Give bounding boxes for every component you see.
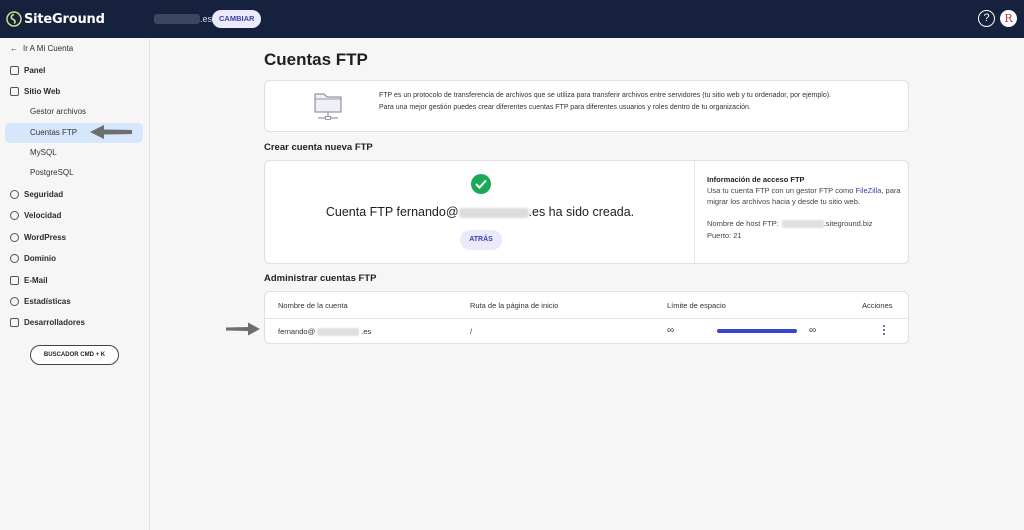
host-suffix: .siteground.biz bbox=[823, 219, 873, 228]
ftp-port: Puerto: 21 bbox=[707, 231, 742, 240]
sidebar-item-label: Estadísticas bbox=[24, 296, 71, 306]
website-icon bbox=[10, 86, 19, 96]
manage-ftp-heading: Administrar cuentas FTP bbox=[264, 273, 377, 284]
sidebar-item-speed[interactable]: Velocidad bbox=[10, 208, 61, 222]
sidebar-item-label: Seguridad bbox=[24, 189, 64, 199]
ftp-info-line-2: Para una mejor gestión puedes crear dife… bbox=[379, 104, 751, 111]
annotation-arrow-left-icon bbox=[90, 125, 132, 139]
sidebar-item-label: E-Mail bbox=[24, 275, 48, 285]
mail-icon bbox=[10, 275, 19, 285]
header-divider bbox=[265, 318, 908, 319]
quota-used-infinity: ∞ bbox=[667, 325, 675, 336]
sidebar-item-label: Sitio Web bbox=[24, 86, 61, 96]
sidebar-item-label: Panel bbox=[24, 65, 46, 75]
code-icon bbox=[10, 317, 19, 327]
quota-progress-bar bbox=[717, 329, 797, 333]
back-to-account-link[interactable]: ← Ir A Mi Cuenta bbox=[10, 41, 73, 55]
site-domain-redacted bbox=[154, 14, 200, 24]
ftp-info-text: FTP es un protocolo de transferencia de … bbox=[379, 90, 904, 114]
sidebar-item-statistics[interactable]: Estadísticas bbox=[10, 294, 71, 308]
column-header-account: Nombre de la cuenta bbox=[278, 301, 348, 310]
siteground-logo-icon bbox=[6, 11, 22, 27]
create-ftp-card: Cuenta FTP fernando@ .es ha sido creada. … bbox=[264, 160, 909, 264]
siteground-logo[interactable]: SiteGround bbox=[6, 9, 105, 29]
ftp-hostname: Nombre de host FTP: .siteground.biz bbox=[707, 219, 872, 228]
change-site-button[interactable]: CAMBIAR bbox=[212, 10, 262, 28]
sidebar-item-website[interactable]: Sitio Web bbox=[10, 84, 60, 98]
sidebar-item-panel[interactable]: Panel bbox=[10, 63, 45, 77]
lock-icon bbox=[10, 189, 19, 199]
sidebar-subitem-file-manager[interactable]: Gestor archivos bbox=[30, 105, 86, 119]
chart-icon bbox=[10, 296, 19, 306]
card-divider bbox=[694, 161, 695, 263]
page-title: Cuentas FTP bbox=[264, 50, 368, 69]
top-bar: SiteGround .es CAMBIAR ? R bbox=[0, 0, 1024, 38]
back-label: Ir A Mi Cuenta bbox=[23, 43, 74, 53]
sidebar-item-developers[interactable]: Desarrolladores bbox=[10, 315, 85, 329]
account-suffix: .es bbox=[361, 327, 372, 336]
account-created-message: Cuenta FTP fernando@ .es ha sido creada. bbox=[265, 205, 695, 219]
sidebar-subitem-postgresql[interactable]: PostgreSQL bbox=[30, 166, 74, 180]
folder-network-icon bbox=[314, 93, 342, 120]
success-check-icon bbox=[471, 174, 491, 194]
host-redacted bbox=[781, 219, 824, 228]
arrow-left-icon: ← bbox=[10, 43, 18, 53]
filezilla-link[interactable]: FileZilla bbox=[856, 186, 882, 195]
wordpress-icon bbox=[10, 232, 19, 242]
help-icon[interactable]: ? bbox=[978, 10, 995, 27]
account-prefix: fernando@ bbox=[278, 327, 316, 336]
account-domain-redacted bbox=[317, 327, 360, 336]
rocket-icon bbox=[10, 210, 19, 220]
ftp-accounts-table: Nombre de la cuenta Ruta de la página de… bbox=[264, 291, 909, 344]
column-header-path: Ruta de la página de inicio bbox=[470, 301, 559, 310]
column-header-actions: Acciones bbox=[862, 301, 893, 310]
sidebar-item-label: Desarrolladores bbox=[24, 317, 85, 327]
sidebar-item-label: Dominio bbox=[24, 253, 56, 263]
column-header-quota: Límite de espacio bbox=[667, 301, 726, 310]
home-path-cell: / bbox=[470, 327, 473, 336]
created-message-prefix: Cuenta FTP fernando@ bbox=[325, 205, 459, 219]
access-info-text: Usa tu cuenta FTP con un gestor FTP como… bbox=[707, 185, 902, 207]
globe-icon bbox=[10, 253, 19, 263]
host-label: Nombre de host FTP: bbox=[707, 219, 779, 228]
domain-redacted bbox=[458, 207, 529, 218]
created-message-suffix: .es ha sido creada. bbox=[528, 205, 635, 219]
back-button[interactable]: ATRÁS bbox=[460, 230, 502, 250]
site-domain-suffix: .es bbox=[200, 14, 213, 24]
more-actions-icon[interactable] bbox=[882, 325, 886, 337]
ftp-info-line-1: FTP es un protocolo de transferencia de … bbox=[379, 92, 831, 99]
quota-limit-infinity: ∞ bbox=[809, 325, 817, 336]
logo-text: SiteGround bbox=[24, 11, 105, 27]
grid-icon bbox=[10, 65, 19, 75]
ftp-info-card: FTP es un protocolo de transferencia de … bbox=[264, 80, 909, 132]
sidebar-item-wordpress[interactable]: WordPress bbox=[10, 230, 66, 244]
sidebar-item-label: Velocidad bbox=[24, 210, 62, 220]
annotation-arrow-right-icon bbox=[226, 322, 260, 336]
access-text-part-1: Usa tu cuenta FTP con un gestor FTP como bbox=[707, 186, 856, 195]
command-search-button[interactable]: BUSCADOR CMD + K bbox=[30, 345, 119, 365]
access-info-title: Información de acceso FTP bbox=[707, 175, 805, 184]
sidebar-item-label: WordPress bbox=[24, 232, 67, 242]
sidebar-item-email[interactable]: E-Mail bbox=[10, 273, 48, 287]
create-ftp-heading: Crear cuenta nueva FTP bbox=[264, 142, 373, 153]
sidebar-item-domain[interactable]: Dominio bbox=[10, 251, 56, 265]
sidebar-subitem-mysql[interactable]: MySQL bbox=[30, 146, 57, 160]
sidebar-item-security[interactable]: Seguridad bbox=[10, 187, 63, 201]
account-name-cell: fernando@ .es bbox=[278, 327, 371, 336]
avatar[interactable]: R bbox=[1000, 10, 1017, 27]
sidebar-subitem-ftp-accounts[interactable]: Cuentas FTP bbox=[30, 126, 77, 140]
quota-progress-fill bbox=[717, 329, 797, 333]
